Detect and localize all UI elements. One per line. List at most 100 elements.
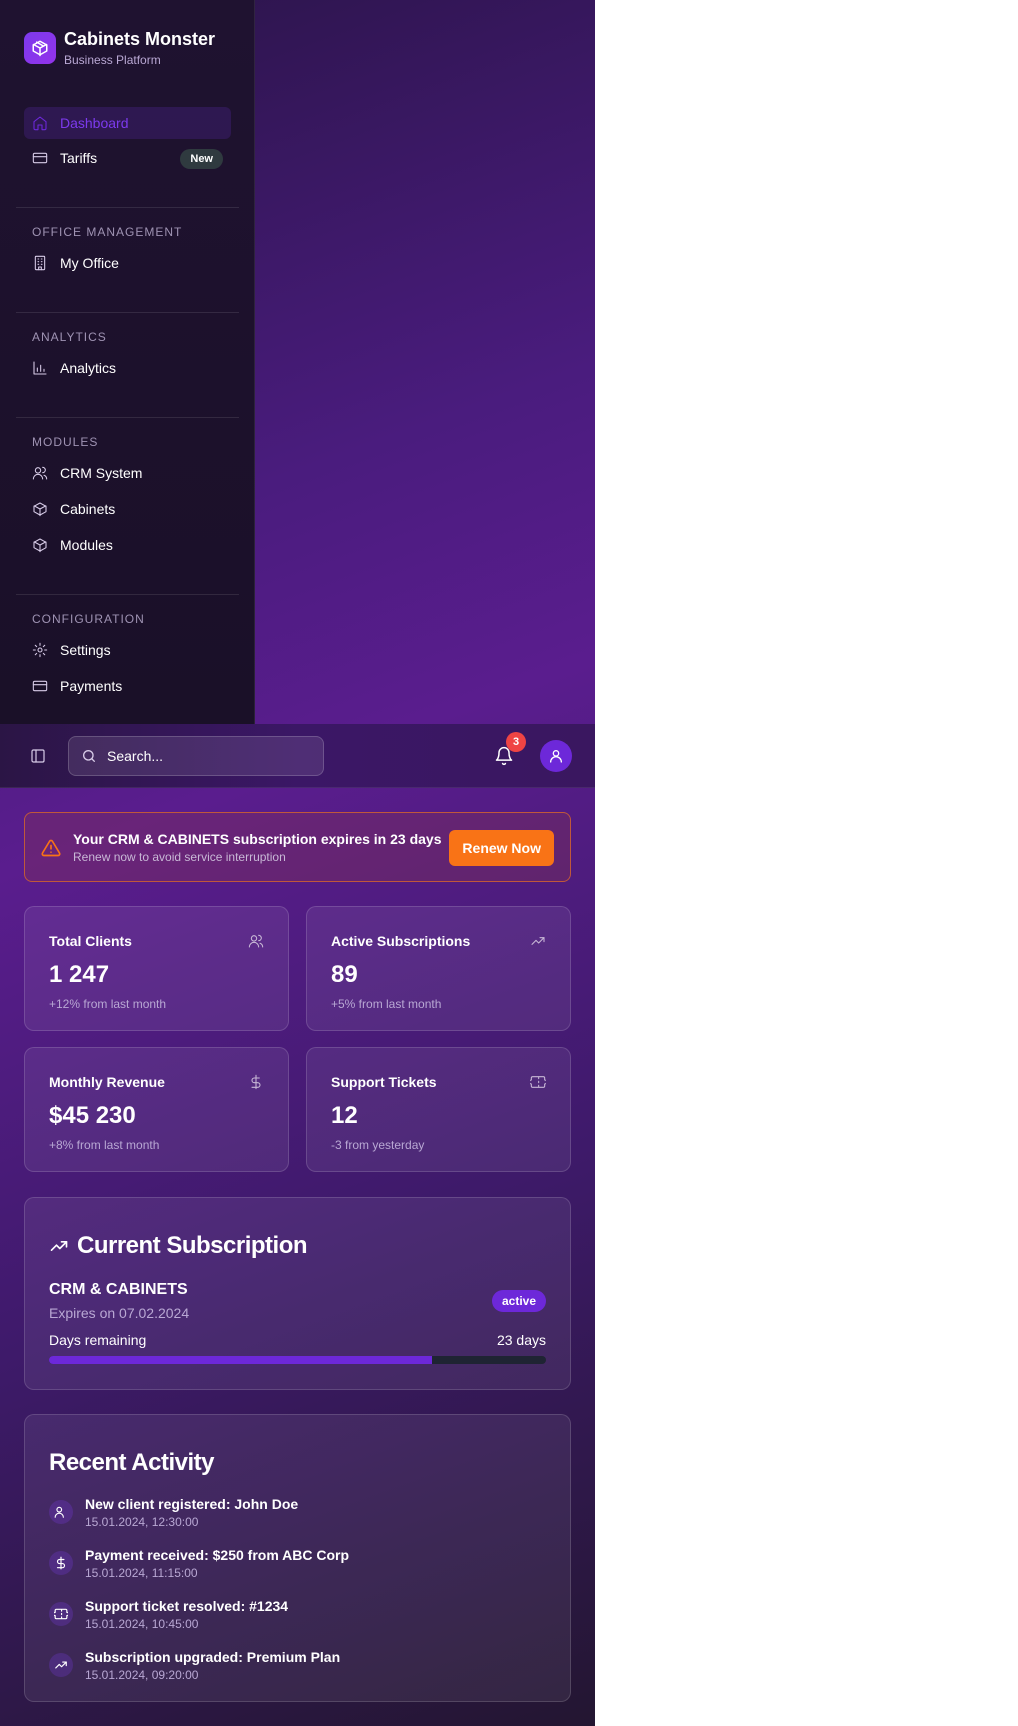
section-label-modules: MODULES <box>32 435 99 449</box>
avatar[interactable] <box>540 740 572 772</box>
activity-text: New client registered: John Doe <box>85 1496 299 1512</box>
trending-up-icon <box>531 937 545 945</box>
stat-title: Total Clients <box>49 933 132 949</box>
stat-value: 12 <box>331 1102 358 1129</box>
sidebar-item-modules[interactable]: Modules <box>24 529 231 561</box>
stat-title: Monthly Revenue <box>49 1074 165 1090</box>
brand[interactable]: Cabinets Monster Business Platform <box>24 28 215 68</box>
box-icon <box>33 502 47 517</box>
stat-title: Active Subscriptions <box>331 933 471 949</box>
card-title: Current Subscription <box>77 1232 308 1259</box>
card-title: Recent Activity <box>49 1449 215 1476</box>
activity-icon-wrap <box>49 1500 73 1524</box>
brand-name: Cabinets Monster <box>64 29 216 49</box>
app-root: Cabinets Monster Business Platform Dashb… <box>0 0 595 1726</box>
notification-count-badge: 3 <box>506 732 526 752</box>
sidebar-item-label: Dashboard <box>60 115 129 131</box>
recent-activity-card: Recent Activity New client registered: J… <box>24 1414 571 1702</box>
plan-expiry: Expires on 07.02.2024 <box>49 1305 190 1321</box>
sidebar-item-label: My Office <box>60 255 119 271</box>
sidebar: Cabinets Monster Business Platform Dashb… <box>0 0 255 724</box>
sidebar-toggle-icon[interactable] <box>30 748 46 764</box>
user-icon <box>550 750 562 763</box>
stat-value: 1 247 <box>49 961 110 988</box>
topbar: 3 <box>0 724 595 788</box>
sidebar-item-label: Modules <box>60 537 113 553</box>
box-icon <box>33 538 47 553</box>
search-box[interactable] <box>68 736 324 776</box>
sidebar-item-tariffs[interactable]: Tariffs New <box>24 142 231 174</box>
sidebar-item-label: Payments <box>60 678 123 694</box>
activity-time: 15.01.2024, 11:15:00 <box>85 1566 198 1580</box>
trending-up-icon <box>55 1661 67 1669</box>
progress-fill <box>49 1356 432 1364</box>
stat-value: 89 <box>331 961 358 988</box>
stat-card-total-clients: Total Clients 1 247 +12% from last month <box>24 906 289 1031</box>
sidebar-item-cabinets[interactable]: Cabinets <box>24 493 231 525</box>
divider <box>16 594 239 595</box>
box-logo-icon <box>24 32 56 64</box>
bar-chart-icon <box>33 361 47 375</box>
sidebar-item-dashboard[interactable]: Dashboard <box>24 107 231 139</box>
current-subscription-card: Current Subscription CRM & CABINETS Expi… <box>24 1197 571 1390</box>
dollar-icon <box>251 1074 261 1090</box>
sidebar-item-label: Tariffs <box>60 150 98 166</box>
activity-text: Subscription upgraded: Premium Plan <box>85 1649 341 1665</box>
activity-item: New client registered: John Doe 15.01.20… <box>49 1496 549 1536</box>
sidebar-item-settings[interactable]: Settings <box>24 634 231 666</box>
sidebar-item-crm-system[interactable]: CRM System <box>24 457 231 489</box>
sidebar-item-label: Settings <box>60 642 111 658</box>
alert-title: Your CRM & CABINETS subscription expires… <box>73 831 442 847</box>
subscription-alert: Your CRM & CABINETS subscription expires… <box>24 812 571 882</box>
stat-delta: +12% from last month <box>49 997 167 1011</box>
activity-icon-wrap <box>49 1602 73 1626</box>
activity-item: Support ticket resolved: #1234 15.01.202… <box>49 1598 549 1638</box>
search-icon <box>83 750 95 762</box>
status-badge: active <box>491 1290 546 1312</box>
activity-time: 15.01.2024, 12:30:00 <box>85 1515 199 1529</box>
stat-title: Support Tickets <box>331 1074 437 1090</box>
stat-card-active-subscriptions: Active Subscriptions 89 +5% from last mo… <box>306 906 571 1031</box>
dollar-icon <box>56 1556 66 1570</box>
divider <box>16 207 239 208</box>
stat-delta: +8% from last month <box>49 1138 160 1152</box>
brand-subtitle: Business Platform <box>64 53 161 67</box>
activity-icon-wrap <box>49 1653 73 1677</box>
ticket-icon <box>54 1608 68 1620</box>
days-remaining-label: Days remaining <box>49 1332 147 1348</box>
renew-now-button[interactable]: Renew Now <box>449 830 554 866</box>
gear-icon <box>32 642 48 658</box>
section-label-analytics: ANALYTICS <box>32 330 107 344</box>
stat-delta: +5% from last month <box>331 997 442 1011</box>
section-label-configuration: CONFIGURATION <box>32 612 145 626</box>
new-badge: New <box>180 149 223 169</box>
stat-card-monthly-revenue: Monthly Revenue $45 230 +8% from last mo… <box>24 1047 289 1172</box>
search-input[interactable] <box>107 748 307 764</box>
card-icon <box>32 152 48 164</box>
warning-icon <box>41 839 61 857</box>
users-icon <box>248 934 264 948</box>
sidebar-item-label: Analytics <box>60 360 117 376</box>
trending-up-icon <box>50 1241 68 1251</box>
activity-item: Subscription upgraded: Premium Plan 15.0… <box>49 1649 549 1689</box>
sidebar-item-my-office[interactable]: My Office <box>24 247 231 279</box>
activity-text: Support ticket resolved: #1234 <box>85 1598 289 1614</box>
sidebar-item-analytics[interactable]: Analytics <box>24 352 231 384</box>
divider <box>16 417 239 418</box>
sidebar-item-payments[interactable]: Payments <box>24 670 231 702</box>
activity-item: Payment received: $250 from ABC Corp 15.… <box>49 1547 549 1587</box>
building-icon <box>34 255 46 271</box>
activity-time: 15.01.2024, 10:45:00 <box>85 1617 199 1631</box>
days-remaining-value: 23 days <box>496 1332 546 1348</box>
sidebar-item-label: CRM System <box>60 465 143 481</box>
activity-icon-wrap <box>49 1551 73 1575</box>
stat-value: $45 230 <box>49 1102 136 1129</box>
divider <box>16 312 239 313</box>
sidebar-item-label: Cabinets <box>60 501 116 517</box>
plan-name: CRM & CABINETS <box>49 1281 188 1298</box>
activity-text: Payment received: $250 from ABC Corp <box>85 1547 350 1563</box>
stat-card-support-tickets: Support Tickets 12 -3 from yesterday <box>306 1047 571 1172</box>
days-progress-bar <box>49 1356 546 1364</box>
stat-delta: -3 from yesterday <box>331 1138 425 1152</box>
users-icon <box>32 466 48 480</box>
